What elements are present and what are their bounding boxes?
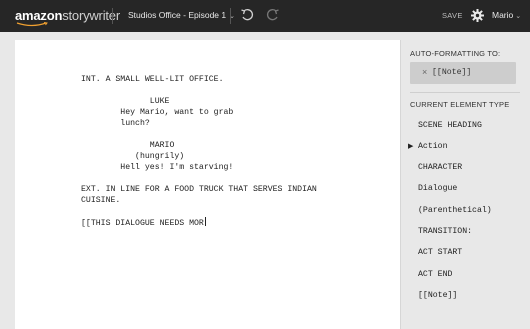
script-line: EXT. IN LINE FOR A FOOD TRUCK THAT SERVE… [81,185,317,194]
current-element-heading: CURRENT ELEMENT TYPE [410,100,510,109]
script-line [81,129,317,140]
auto-formatting-heading: AUTO-FORMATTING TO: [410,49,501,58]
element-type-dialogue[interactable]: Dialogue [418,184,457,193]
script-editor[interactable]: INT. A SMALL WELL-LIT OFFICE. LUKE Hey M… [15,40,401,329]
script-line [81,85,317,96]
project-title: Studios Office - Episode 1 [128,10,227,20]
text-cursor [204,217,206,226]
script-line: INT. A SMALL WELL-LIT OFFICE. [81,75,224,84]
script-line [81,206,317,217]
script-line: (hungrily) [81,152,185,161]
close-icon[interactable]: × [422,67,427,77]
element-type-action[interactable]: ▶ Action [408,142,448,151]
logo-brand: amazon [15,8,63,23]
sidebar-divider [410,92,520,93]
script-line: lunch? [81,119,150,128]
project-title-dropdown[interactable]: Studios Office - Episode 1 ⌄ [128,10,235,20]
user-name: Mario [492,10,514,20]
header-divider [112,8,113,24]
app-logo[interactable]: amazonstorywriter [15,8,120,23]
element-type-parenthetical[interactable]: (Parenthetical) [418,206,492,215]
user-menu[interactable]: Mario ⌄ [492,10,521,20]
logo-smile-icon [16,22,48,27]
element-type-note[interactable]: [[Note]] [418,291,457,300]
selected-arrow-icon: ▶ [408,142,414,150]
active-line-text: [[THIS DIALOGUE NEEDS MOR [81,219,204,228]
undo-icon[interactable] [240,8,254,22]
gear-icon[interactable] [471,9,484,22]
element-type-character[interactable]: CHARACTER [418,163,462,172]
chevron-down-icon: ⌄ [515,13,522,20]
save-button[interactable]: SAVE [442,11,463,20]
format-sidebar: AUTO-FORMATTING TO: × [[Note]] CURRENT E… [401,40,530,329]
redo-icon[interactable] [266,8,280,22]
element-type-scene-heading[interactable]: SCENE HEADING [418,121,482,130]
auto-formatting-value: [[Note]] [432,68,472,77]
script-line: LUKE [81,97,170,106]
script-line: Hey Mario, want to grab [81,108,234,117]
element-type-transition[interactable]: TRANSITION: [418,227,472,236]
element-type-act-start[interactable]: ACT START [418,248,462,257]
header-divider [230,8,231,24]
script-line: CUISINE. [81,196,121,205]
script-line: Hell yes! I'm starving! [81,163,234,172]
script-line: MARIO [81,141,175,150]
script-text[interactable]: INT. A SMALL WELL-LIT OFFICE. LUKE Hey M… [81,74,317,228]
element-type-act-end[interactable]: ACT END [418,270,452,279]
top-bar: amazonstorywriter Studios Office - Episo… [0,0,530,32]
element-type-label: Action [418,142,448,151]
script-line [81,173,317,184]
script-line-active[interactable]: [[THIS DIALOGUE NEEDS MOR [81,217,317,228]
auto-formatting-box: × [[Note]] [410,62,516,84]
